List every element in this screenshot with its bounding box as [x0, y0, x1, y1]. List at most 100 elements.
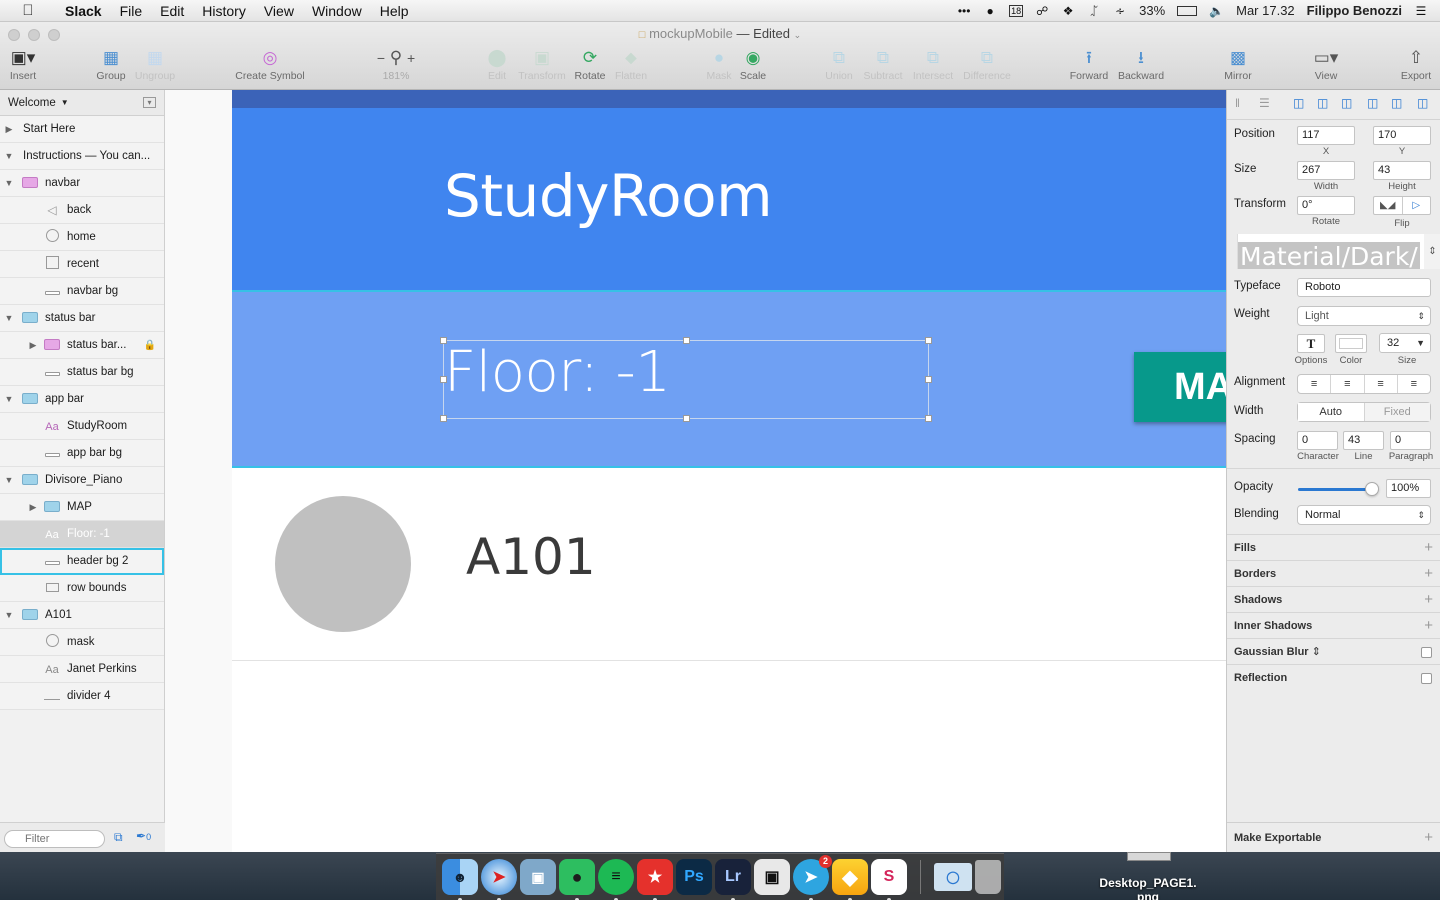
gaussian-blur-section[interactable]: Gaussian Blur ⇕	[1227, 638, 1440, 664]
layer-row[interactable]: ▶ Start Here	[0, 116, 164, 143]
layer-row[interactable]: home	[0, 224, 164, 251]
mirror-button[interactable]: ▩ Mirror	[1218, 46, 1258, 82]
align-right-icon[interactable]: ◫	[1341, 96, 1352, 110]
disclosure-triangle-icon[interactable]: ▼	[4, 151, 14, 161]
scale-button[interactable]: ◉ Scale	[736, 46, 770, 82]
sketch-icon[interactable]: ◆	[832, 859, 868, 900]
avatar[interactable]	[275, 496, 411, 632]
weight-select[interactable]: Light ⇕	[1297, 306, 1431, 326]
intersect-button[interactable]: ⧉ Intersect	[910, 46, 956, 82]
layer-row[interactable]: ▼ Divisore_Piano	[0, 467, 164, 494]
bluetooth-icon[interactable]: ᛢ	[1087, 4, 1101, 18]
disclosure-triangle-icon[interactable]: ▼	[4, 313, 14, 323]
layer-row[interactable]: recent	[0, 251, 164, 278]
finder-icon[interactable]: ☻	[442, 859, 478, 900]
text-color-swatch[interactable]	[1335, 334, 1367, 353]
layer-row-selected[interactable]: Aa Floor: -1	[0, 521, 164, 548]
layer-row[interactable]: divider 4	[0, 683, 164, 710]
insert-button[interactable]: ▣▾ Insert	[6, 46, 40, 82]
resize-handle[interactable]	[440, 337, 447, 344]
disclosure-triangle-icon[interactable]: ▼	[4, 178, 14, 188]
rotate-field[interactable]: 0°	[1297, 196, 1355, 215]
export-button[interactable]: ⇧ Export	[1396, 46, 1436, 82]
group-button[interactable]: ▦ Group	[94, 46, 128, 82]
width-fixed-option[interactable]: Fixed	[1364, 403, 1430, 421]
layer-row[interactable]: ▼ A101	[0, 602, 164, 629]
mask-button[interactable]: ● Mask	[702, 46, 736, 82]
desktop-file-thumbnail[interactable]	[1127, 852, 1171, 861]
x-field[interactable]: 117	[1297, 126, 1355, 145]
evernote-icon[interactable]: ●	[559, 859, 595, 900]
difference-button[interactable]: ⧉ Difference	[960, 46, 1014, 82]
menu-edit[interactable]: Edit	[151, 3, 193, 19]
lock-icon[interactable]: 🔒	[144, 340, 156, 351]
forward-button[interactable]: ⭱ Forward	[1068, 46, 1110, 82]
selection-box[interactable]	[440, 337, 932, 422]
layer-row[interactable]: Aa StudyRoom	[0, 413, 164, 440]
lightroom-icon[interactable]: Lr	[715, 859, 751, 900]
layer-row[interactable]: ▼ Instructions — You can...	[0, 143, 164, 170]
borders-section[interactable]: Borders +	[1227, 560, 1440, 586]
room-row[interactable]: A101	[232, 468, 1226, 661]
safari-icon[interactable]: ➤	[481, 859, 517, 900]
align-text-left-icon[interactable]: ≡	[1298, 375, 1332, 393]
disclosure-triangle-icon[interactable]: ▶	[28, 340, 38, 351]
room-name[interactable]: A101	[466, 528, 596, 586]
flatten-button[interactable]: ⬥ Flatten	[610, 46, 652, 82]
distribute-vertical-icon[interactable]: ☰	[1259, 96, 1270, 110]
text-style-stepper-icon[interactable]: ⇕	[1424, 234, 1440, 269]
add-export-icon[interactable]: +	[1424, 823, 1433, 853]
preview-icon[interactable]: ▣	[520, 859, 556, 895]
add-border-icon[interactable]: +	[1424, 561, 1433, 587]
battery-icon[interactable]	[1177, 5, 1198, 16]
photoshop-icon[interactable]: Ps	[676, 859, 712, 895]
disclosure-triangle-icon[interactable]: ▼	[4, 394, 14, 404]
resize-handle[interactable]	[683, 415, 690, 422]
opacity-slider-knob[interactable]	[1365, 482, 1379, 496]
fills-section[interactable]: Fills +	[1227, 534, 1440, 560]
resize-handle[interactable]	[683, 337, 690, 344]
artboard[interactable]: StudyRoom Floor: -1 MAP A101	[232, 90, 1226, 852]
disclosure-triangle-icon[interactable]: ▼	[4, 610, 14, 620]
flip-vertical-icon[interactable]: ▷	[1403, 197, 1431, 214]
add-shadow-icon[interactable]: +	[1424, 587, 1433, 613]
user-name[interactable]: Filippo Benozzi	[1307, 3, 1402, 18]
align-text-center-icon[interactable]: ≡	[1331, 375, 1365, 393]
align-top-icon[interactable]: ◫	[1367, 96, 1378, 110]
wunderlist-icon[interactable]: ★	[637, 859, 673, 900]
align-center-icon[interactable]: ◫	[1317, 96, 1328, 110]
text-options-icon[interactable]: T	[1297, 334, 1325, 353]
font-size-select[interactable]: 32 ▼	[1379, 333, 1431, 353]
menu-window[interactable]: Window	[303, 3, 371, 19]
gaussian-blur-checkbox[interactable]	[1421, 647, 1432, 658]
width-auto-option[interactable]: Auto	[1298, 403, 1365, 421]
desktop-file-label[interactable]: Desktop_PAGE1. png	[1086, 876, 1210, 900]
menu-file[interactable]: File	[111, 3, 152, 19]
resize-handle[interactable]	[925, 376, 932, 383]
layer-row[interactable]: ▶ MAP	[0, 494, 164, 521]
evernote-icon[interactable]: ●	[983, 4, 997, 18]
subtract-button[interactable]: ⧉ Subtract	[860, 46, 906, 82]
backward-button[interactable]: ⭳ Backward	[1114, 46, 1168, 82]
typeface-field[interactable]: Roboto	[1297, 278, 1431, 297]
layer-row[interactable]: status bar bg	[0, 359, 164, 386]
shadows-section[interactable]: Shadows +	[1227, 586, 1440, 612]
chevron-down-icon[interactable]: ⌄	[794, 30, 802, 40]
transform-button[interactable]: ▣ Transform	[515, 46, 569, 82]
disclosure-triangle-icon[interactable]: ▼	[4, 475, 14, 485]
flip-horizontal-icon[interactable]: ◣◢	[1374, 197, 1403, 214]
layer-row[interactable]: Aa Janet Perkins	[0, 656, 164, 683]
layer-row[interactable]: ▼ status bar	[0, 305, 164, 332]
menu-help[interactable]: Help	[371, 3, 418, 19]
blending-select[interactable]: Normal ⇕	[1297, 505, 1431, 525]
pages-toggle-icon[interactable]: ▾	[143, 97, 156, 108]
resize-handle[interactable]	[925, 337, 932, 344]
floor-header[interactable]: Floor: -1 MAP	[232, 290, 1226, 468]
resize-handle[interactable]	[440, 376, 447, 383]
status-bar-bg[interactable]	[232, 90, 1226, 108]
menu-app-name[interactable]: Slack	[56, 3, 111, 19]
view-button[interactable]: ▭▾ View	[1306, 46, 1346, 82]
volume-icon[interactable]: 🔈	[1209, 4, 1224, 18]
layer-row[interactable]: ▶ status bar... 🔒	[0, 332, 164, 359]
align-bottom-icon[interactable]: ◫	[1417, 96, 1428, 110]
